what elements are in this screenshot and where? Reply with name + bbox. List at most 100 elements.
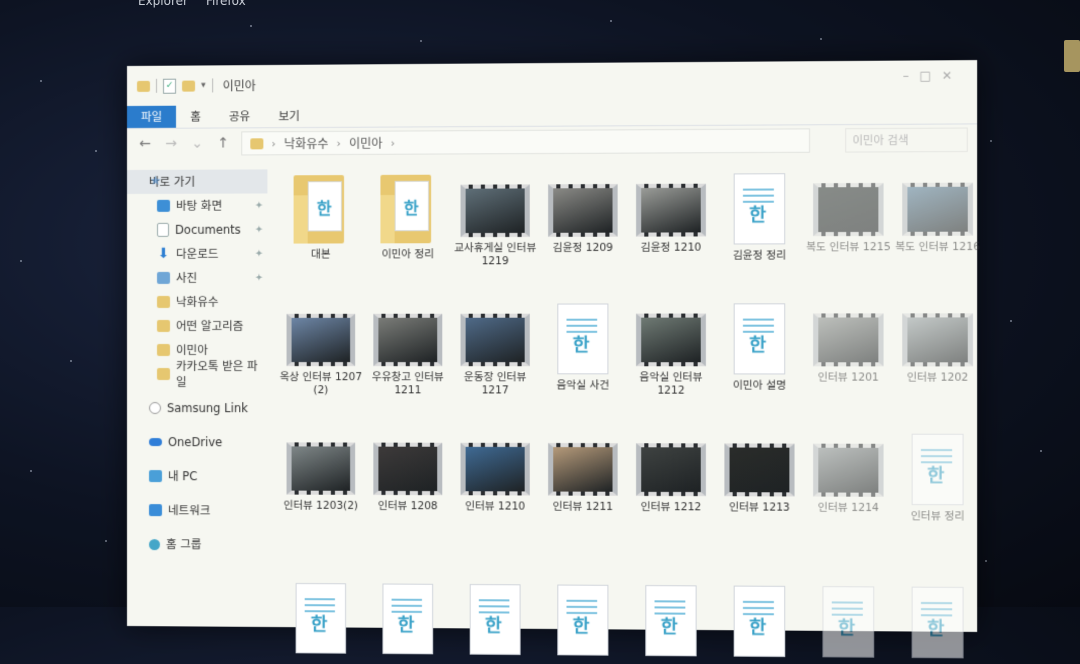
video-file-item[interactable]: 인터뷰 1211 bbox=[539, 443, 627, 514]
sidebar-item-folder[interactable]: 낙화유수 bbox=[127, 290, 267, 314]
file-name-label: 우유창고 인터뷰 1211 bbox=[371, 371, 444, 397]
hwp-document-icon: 한 bbox=[733, 303, 786, 375]
video-file-item[interactable]: 운동장 인터뷰 1217 bbox=[451, 313, 539, 398]
video-file-item[interactable]: 우유창고 인터뷰 1211 bbox=[364, 313, 451, 398]
file-name-label: 음악실 사건 bbox=[556, 379, 610, 392]
file-name-label: 인터뷰 1210 bbox=[465, 500, 526, 513]
file-name-label: 음악실 인터뷰 1212 bbox=[639, 371, 703, 397]
sidebar-item-samsung-link[interactable]: Samsung Link bbox=[127, 396, 267, 420]
desktop-shortcut-explorer[interactable]: Explorer bbox=[138, 0, 188, 8]
sidebar-item-this-pc[interactable]: 내 PC bbox=[127, 464, 267, 488]
sidebar-item-network[interactable]: 네트워크 bbox=[127, 498, 267, 523]
file-name-label: 복도 인터뷰 1216 bbox=[895, 240, 981, 254]
title-bar: ✓ ▾ 이민아 –□✕ bbox=[127, 60, 977, 106]
document-file-item[interactable]: 한 이민아 설명 bbox=[715, 303, 804, 392]
file-name-label: 인터뷰 1211 bbox=[552, 500, 614, 514]
pictures-icon bbox=[157, 271, 171, 284]
sidebar-item-pictures[interactable]: 사진 ✦ bbox=[127, 266, 267, 290]
video-file-item[interactable]: 인터뷰 1214 bbox=[804, 443, 893, 516]
document-file-item[interactable]: 한 bbox=[893, 586, 982, 664]
pin-icon: ✦ bbox=[254, 224, 264, 236]
sidebar-item-onedrive[interactable]: OneDrive bbox=[127, 430, 267, 454]
chevron-right-icon[interactable]: › bbox=[271, 137, 275, 150]
address-bar: ← → ⌄ ↑ › 낙화유수 › 이민아 › 이민아 검색 bbox=[127, 124, 977, 159]
sidebar-item-label: 사진 bbox=[176, 270, 198, 285]
video-file-item[interactable]: 인터뷰 1210 bbox=[451, 442, 539, 514]
file-name-label: 옥상 인터뷰 1207 (2) bbox=[279, 371, 363, 397]
document-file-item[interactable]: 한 bbox=[539, 584, 627, 660]
sidebar-item-quick-access[interactable]: ★ 바로 가기 bbox=[127, 169, 268, 194]
file-name-label: 운동장 인터뷰 1217 bbox=[463, 371, 527, 397]
video-file-item[interactable]: 복도 인터뷰 1216 bbox=[893, 182, 982, 255]
video-file-item[interactable]: 교사휴게실 인터뷰 1219 bbox=[451, 184, 539, 268]
desktop-folder-icon[interactable] bbox=[1064, 40, 1080, 72]
breadcrumb-item[interactable]: 이민아 bbox=[349, 134, 383, 151]
document-file-item[interactable]: 한 bbox=[627, 585, 715, 662]
window-controls[interactable]: –□✕ bbox=[903, 68, 963, 83]
tab-view[interactable]: 보기 bbox=[264, 105, 314, 127]
document-file-item[interactable]: 한 bbox=[715, 585, 804, 662]
tab-home[interactable]: 홈 bbox=[176, 105, 215, 127]
tab-file[interactable]: 파일 bbox=[127, 105, 177, 128]
document-file-item[interactable]: 한 bbox=[277, 582, 364, 659]
sidebar-item-label: 카카오톡 받은 파일 bbox=[176, 359, 258, 390]
folder-icon bbox=[157, 319, 171, 332]
document-file-item[interactable]: 한 음악실 사건 bbox=[539, 303, 627, 392]
folder-item[interactable]: 한 대본 bbox=[277, 175, 364, 262]
video-file-item[interactable]: 복도 인터뷰 1215 bbox=[804, 182, 893, 255]
document-file-item[interactable]: 한 bbox=[451, 584, 539, 660]
search-input[interactable]: 이민아 검색 bbox=[845, 127, 968, 153]
video-file-item[interactable]: 옥상 인터뷰 1207 (2) bbox=[277, 313, 364, 397]
video-thumbnail-icon bbox=[460, 313, 530, 367]
file-name-label: 인터뷰 1214 bbox=[817, 501, 879, 515]
video-file-item[interactable]: 인터뷰 1213 bbox=[715, 443, 804, 514]
up-arrow-icon[interactable]: ↑ bbox=[215, 135, 231, 151]
back-arrow-icon[interactable]: ← bbox=[137, 136, 153, 152]
document-file-item[interactable]: 한 bbox=[804, 586, 893, 663]
tab-share[interactable]: 공유 bbox=[215, 105, 264, 127]
video-file-item[interactable]: 인터뷰 1202 bbox=[893, 313, 982, 384]
sidebar-item-folder[interactable]: 어떤 알고리즘 bbox=[127, 314, 267, 338]
hwp-document-icon: 한 bbox=[733, 173, 786, 245]
properties-icon[interactable]: ✓ bbox=[163, 78, 177, 94]
quick-access-dropdown-icon[interactable]: ▾ bbox=[201, 80, 206, 90]
video-file-item[interactable]: 인터뷰 1212 bbox=[627, 443, 715, 514]
document-file-item[interactable]: 한 bbox=[364, 583, 451, 659]
file-name-label: 이민아 정리 bbox=[381, 248, 434, 261]
file-name-label: 인터뷰 1213 bbox=[729, 501, 790, 514]
video-file-item[interactable]: 김윤정 1209 bbox=[539, 184, 627, 255]
video-file-item[interactable]: 김윤정 1210 bbox=[627, 183, 715, 255]
sidebar-item-downloads[interactable]: ⬇ 다운로드 ✦ bbox=[127, 242, 267, 266]
sidebar-item-label: 이민아 bbox=[176, 342, 208, 358]
chevron-right-icon[interactable]: › bbox=[337, 136, 341, 149]
sidebar-item-desktop[interactable]: 바탕 화면 ✦ bbox=[127, 193, 267, 218]
hwp-document-icon: 한 bbox=[557, 584, 609, 656]
video-thumbnail-icon bbox=[286, 313, 356, 367]
video-file-item[interactable]: 인터뷰 1203(2) bbox=[277, 442, 364, 513]
file-name-label: 김윤정 정리 bbox=[732, 249, 787, 262]
desktop-shortcut-firefox[interactable]: Firefox bbox=[206, 0, 246, 8]
document-file-item[interactable]: 한인터뷰 정리 bbox=[893, 433, 982, 524]
recent-locations-chevron-icon[interactable]: ⌄ bbox=[189, 136, 205, 152]
hwp-document-icon: 한 bbox=[911, 433, 964, 506]
breadcrumb-item[interactable]: 낙화유수 bbox=[284, 134, 329, 151]
file-name-label: 인터뷰 정리 bbox=[910, 510, 965, 523]
folder-icon bbox=[157, 295, 171, 308]
file-explorer-window: ✓ ▾ 이민아 –□✕ 파일 홈 공유 보기 ← → ⌄ ↑ › 낙화유수 › … bbox=[127, 60, 980, 659]
breadcrumb[interactable]: › 낙화유수 › 이민아 › bbox=[241, 128, 811, 156]
sidebar-item-homegroup[interactable]: 홈 그룹 bbox=[127, 532, 267, 557]
sidebar-item-folder[interactable]: 카카오톡 받은 파일 bbox=[127, 359, 267, 389]
video-file-item[interactable]: 인터뷰 1208 bbox=[364, 442, 451, 514]
folder-item[interactable]: 한 이민아 정리 bbox=[364, 174, 451, 262]
new-folder-icon[interactable] bbox=[182, 80, 196, 92]
video-thumbnail-icon bbox=[373, 313, 443, 367]
document-file-item[interactable]: 한김윤정 정리 bbox=[715, 173, 804, 263]
video-thumbnail-icon bbox=[902, 182, 973, 236]
video-file-item[interactable]: 음악실 인터뷰 1212 bbox=[627, 313, 715, 398]
folder-icon bbox=[136, 80, 150, 92]
chevron-right-icon[interactable]: › bbox=[391, 136, 395, 149]
forward-arrow-icon[interactable]: → bbox=[163, 136, 179, 152]
sidebar-item-documents[interactable]: Documents ✦ bbox=[127, 218, 267, 242]
video-file-item[interactable]: 인터뷰 1201 bbox=[804, 313, 893, 384]
hwp-document-icon: 한 bbox=[382, 583, 434, 655]
